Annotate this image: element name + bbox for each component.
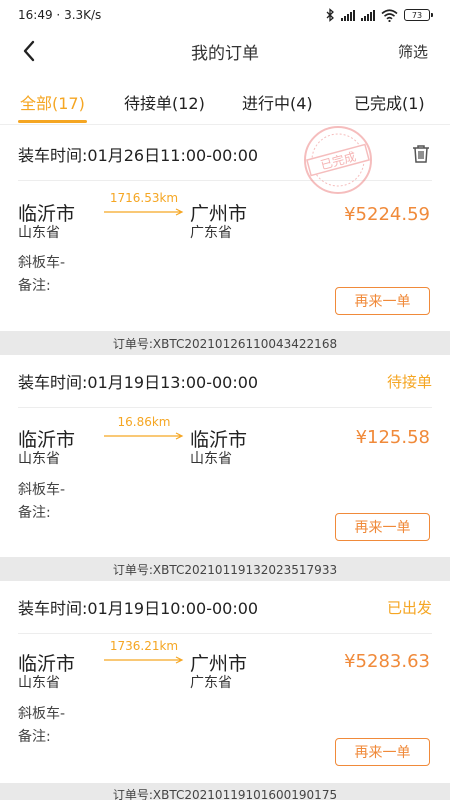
- page-title: 我的订单: [191, 43, 259, 64]
- load-time: 装车时间:01月19日13:00-00:00: [18, 373, 259, 392]
- order-number-strip: 订单号:XBTC20210119132023517933: [0, 557, 450, 581]
- card-divider: [18, 633, 432, 634]
- delete-icon[interactable]: [410, 143, 432, 165]
- order-card[interactable]: 装车时间:01月19日13:00-00:00 待接单 临沂市 山东省 16.86…: [0, 355, 450, 581]
- status-bar: 16:49 · 3.3K/s 73: [0, 0, 450, 30]
- order-price: ¥125.58: [355, 427, 430, 448]
- wifi-icon: [381, 8, 398, 22]
- reorder-button[interactable]: 再来一单: [335, 738, 430, 766]
- order-status: 待接单: [386, 372, 432, 391]
- battery-level: 73: [411, 10, 423, 20]
- status-net-speed: 3.3K/s: [64, 8, 102, 22]
- tab-completed-label: 已完成(1): [354, 94, 425, 113]
- status-left: 16:49 · 3.3K/s: [18, 8, 101, 22]
- dest-province: 广东省: [190, 675, 232, 691]
- distance-label: 1716.53km: [109, 191, 179, 205]
- status-right: 73: [325, 8, 433, 22]
- completed-stamp: 已完成: [304, 126, 372, 194]
- tab-in-progress-label: 进行中(4): [242, 94, 313, 113]
- tab-pending[interactable]: 待接单(12): [124, 80, 205, 114]
- tab-in-progress[interactable]: 进行中(4): [242, 80, 313, 114]
- tab-completed[interactable]: 已完成(1): [354, 80, 425, 114]
- dest-province: 广东省: [190, 225, 232, 241]
- reorder-button[interactable]: 再来一单: [335, 287, 430, 315]
- dest-province: 山东省: [190, 451, 232, 467]
- order-card-header: 装车时间:01月19日10:00-00:00 已出发: [18, 581, 432, 633]
- nav-bar: 我的订单 筛选: [0, 30, 450, 72]
- order-number-strip: 订单号:XBTC20210119101600190175: [0, 783, 450, 800]
- route-arrow-icon: [104, 432, 184, 440]
- route-arrow-icon: [104, 208, 184, 216]
- remark: 备注:: [18, 278, 51, 294]
- status-time: 16:49: [18, 8, 53, 22]
- order-status: 已出发: [386, 598, 432, 617]
- tab-all[interactable]: 全部(17): [18, 80, 87, 123]
- battery-icon: 73: [404, 9, 433, 21]
- reorder-button[interactable]: 再来一单: [335, 513, 430, 541]
- order-price: ¥5224.59: [344, 204, 430, 225]
- route-arrow-icon: [104, 656, 184, 664]
- order-card-header: 装车时间:01月19日13:00-00:00 待接单: [18, 355, 432, 407]
- remark: 备注:: [18, 729, 51, 745]
- order-price: ¥5283.63: [344, 651, 430, 672]
- route-distance: 1736.21km: [104, 639, 184, 664]
- order-card[interactable]: 装车时间:01月19日10:00-00:00 已出发 临沂市 山东省 1736.…: [0, 581, 450, 800]
- back-button[interactable]: [14, 36, 44, 66]
- distance-label: 16.86km: [117, 415, 171, 429]
- signal-icon: [341, 9, 355, 21]
- tab-pending-label: 待接单(12): [124, 94, 205, 113]
- origin-province: 山东省: [18, 675, 60, 691]
- order-card[interactable]: 装车时间:01月26日11:00-00:00 已完成 临沂市 山东省 1716.…: [0, 126, 450, 354]
- status-separator-dot: ·: [56, 8, 65, 22]
- vehicle-type: 斜板车-: [18, 255, 66, 271]
- origin-province: 山东省: [18, 225, 60, 241]
- tabs-divider: [0, 124, 450, 125]
- bluetooth-icon: [326, 8, 334, 22]
- distance-label: 1736.21km: [109, 639, 179, 653]
- origin-province: 山东省: [18, 451, 60, 467]
- remark: 备注:: [18, 505, 51, 521]
- order-number: 订单号:XBTC20210119132023517933: [112, 562, 338, 577]
- load-time: 装车时间:01月19日10:00-00:00: [18, 599, 259, 618]
- order-number: 订单号:XBTC20210126110043422168: [112, 336, 338, 351]
- vehicle-type: 斜板车-: [18, 706, 66, 722]
- load-time: 装车时间:01月26日11:00-00:00: [18, 146, 259, 165]
- tab-active-indicator: [18, 120, 87, 123]
- back-arrow-icon: [23, 40, 35, 62]
- route-distance: 1716.53km: [104, 191, 184, 216]
- order-number-strip: 订单号:XBTC20210126110043422168: [0, 331, 450, 355]
- order-tabs: 全部(17) 待接单(12) 进行中(4) 已完成(1): [0, 80, 450, 124]
- order-number: 订单号:XBTC20210119101600190175: [112, 788, 338, 800]
- card-divider: [18, 407, 432, 408]
- vehicle-type: 斜板车-: [18, 482, 66, 498]
- route-distance: 16.86km: [104, 415, 184, 440]
- tab-all-label: 全部(17): [20, 94, 85, 113]
- filter-button[interactable]: 筛选: [398, 41, 428, 62]
- signal-hd-icon: [361, 9, 375, 21]
